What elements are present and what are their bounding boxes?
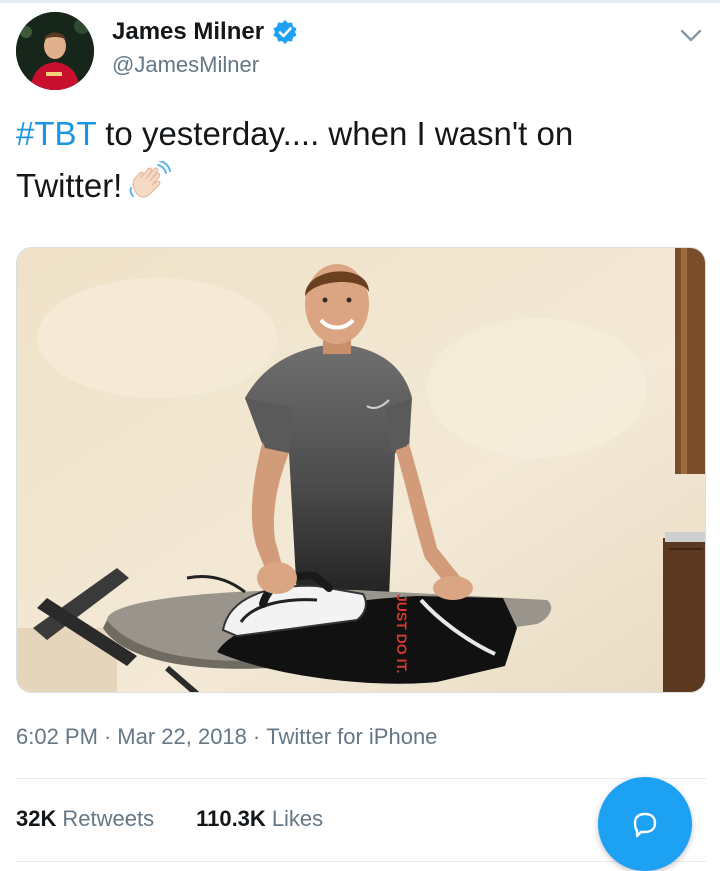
hashtag-link[interactable]: #TBT: [16, 115, 96, 152]
tweet-meta: 6:02 PM · Mar 22, 2018 · Twitter for iPhone: [16, 724, 437, 750]
tweet-text: #TBT to yesterday.... when I wasn't on T…: [16, 108, 706, 212]
likes-count: 110.3K: [196, 806, 266, 831]
tweet-source[interactable]: Twitter for iPhone: [266, 724, 437, 749]
stats-divider-top: [16, 778, 706, 779]
likes-stat[interactable]: 110.3K Likes: [196, 806, 323, 832]
stats-divider-bottom: [16, 861, 706, 862]
avatar-image: [16, 12, 94, 90]
chevron-down-icon[interactable]: [676, 20, 706, 50]
display-name[interactable]: James Milner: [112, 18, 264, 46]
top-divider: [0, 0, 720, 3]
reply-button[interactable]: [598, 777, 692, 871]
verified-badge-icon: [273, 20, 297, 44]
engagement-stats: 32K Retweets 110.3K Likes: [16, 806, 323, 832]
tweet-date: Mar 22, 2018: [117, 724, 247, 749]
tweet-text-line1: to yesterday.... when I wasn't on: [96, 115, 574, 152]
meta-separator: ·: [252, 724, 261, 749]
author-handle[interactable]: @JamesMilner: [112, 52, 259, 78]
tweet-photo[interactable]: JUST DO IT.: [16, 247, 706, 693]
tweet-time: 6:02 PM: [16, 724, 98, 749]
shirt-print-text: JUST DO IT.: [394, 594, 410, 673]
retweets-count: 32K: [16, 806, 57, 831]
waving-hand-icon: [129, 161, 172, 198]
retweets-stat[interactable]: 32K Retweets: [16, 806, 154, 832]
retweets-label: Retweets: [62, 806, 155, 831]
tweet-text-line2: Twitter!: [16, 167, 123, 204]
reply-bubble-icon: [633, 812, 657, 838]
author-name-row: James Milner: [112, 18, 298, 46]
avatar[interactable]: [16, 12, 94, 90]
photo-scene: JUST DO IT.: [17, 248, 705, 692]
likes-label: Likes: [271, 806, 324, 831]
meta-separator: ·: [103, 724, 112, 749]
